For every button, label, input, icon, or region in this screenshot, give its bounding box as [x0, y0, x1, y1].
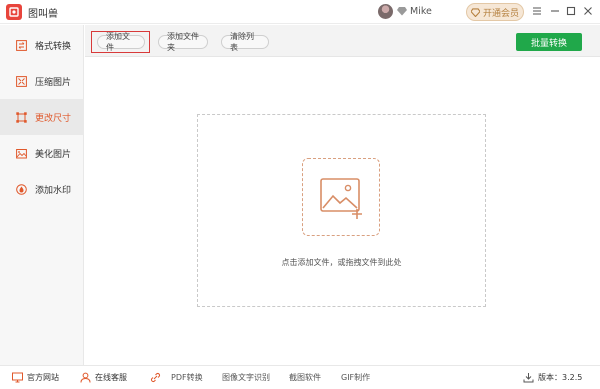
sidebar-item-label: 更改尺寸	[35, 113, 72, 124]
official-website-link[interactable]: 官方网站	[12, 372, 59, 383]
clear-list-button[interactable]: 清除列表	[221, 32, 269, 52]
add-image-icon	[319, 177, 362, 219]
gif-maker-link[interactable]: GIF制作	[341, 372, 370, 383]
sidebar-item-label: 美化图片	[35, 149, 72, 160]
format-convert-icon	[16, 39, 27, 51]
diamond-icon	[397, 7, 407, 16]
open-membership-label: 开通会员	[482, 8, 519, 19]
close-icon[interactable]	[581, 4, 595, 18]
pdf-convert-label: PDF转换	[171, 373, 203, 382]
screenshot-software-link[interactable]: 截图软件	[289, 372, 321, 383]
app-logo-icon	[6, 4, 22, 20]
beautify-icon	[16, 148, 27, 158]
add-file-highlight	[91, 31, 150, 53]
ocr-link[interactable]: 图像文字识别	[222, 372, 270, 383]
username[interactable]: Mike	[410, 6, 432, 17]
add-image-target[interactable]	[302, 158, 380, 236]
sidebar-item-beautify[interactable]: 美化图片	[0, 135, 84, 171]
maximize-icon[interactable]	[564, 4, 578, 18]
avatar[interactable]	[378, 4, 393, 19]
sidebar-item-format-convert[interactable]: 格式转换	[0, 27, 84, 63]
sidebar-item-label: 添加水印	[35, 185, 72, 196]
sidebar-item-label: 压缩图片	[35, 77, 72, 88]
drop-hint: 点击添加文件，或拖拽文件到此处	[281, 258, 402, 267]
sidebar-item-label: 格式转换	[35, 41, 72, 52]
app-title: 图叫兽	[28, 9, 58, 20]
pdf-convert-link[interactable]: PDF转换	[150, 372, 203, 383]
official-website-label: 官方网站	[27, 373, 59, 382]
open-membership-button[interactable]: 开通会员	[466, 3, 524, 21]
version-label: 版本：3.2.5	[538, 373, 583, 382]
batch-convert-button[interactable]: 批量转换	[516, 33, 582, 51]
monitor-icon	[12, 372, 23, 383]
title-bar: 图叫兽 Mike 开通会员	[0, 0, 600, 24]
sidebar: 格式转换 压缩图片 更改尺寸 美化图片 添加水印	[0, 25, 84, 365]
menu-icon[interactable]	[530, 4, 544, 18]
version-info[interactable]: 版本：3.2.5	[523, 372, 582, 383]
footer: 官方网站 在线客服 PDF转换 图像文字识别 截图软件 GIF制作 版本：3.2…	[0, 365, 600, 389]
sidebar-item-resize[interactable]: 更改尺寸	[0, 99, 84, 135]
watermark-icon	[16, 183, 27, 195]
online-support-link[interactable]: 在线客服	[80, 372, 127, 383]
download-icon	[523, 373, 534, 383]
online-support-label: 在线客服	[95, 373, 127, 382]
add-folder-button[interactable]: 添加文件夹	[158, 32, 208, 52]
sidebar-item-watermark[interactable]: 添加水印	[0, 171, 84, 207]
user-icon	[80, 372, 91, 383]
resize-icon	[16, 111, 27, 123]
minimize-icon[interactable]	[548, 4, 562, 18]
sidebar-item-compress[interactable]: 压缩图片	[0, 63, 84, 99]
compress-icon	[16, 75, 27, 87]
diamond-icon	[470, 7, 480, 17]
link-icon	[151, 373, 160, 382]
